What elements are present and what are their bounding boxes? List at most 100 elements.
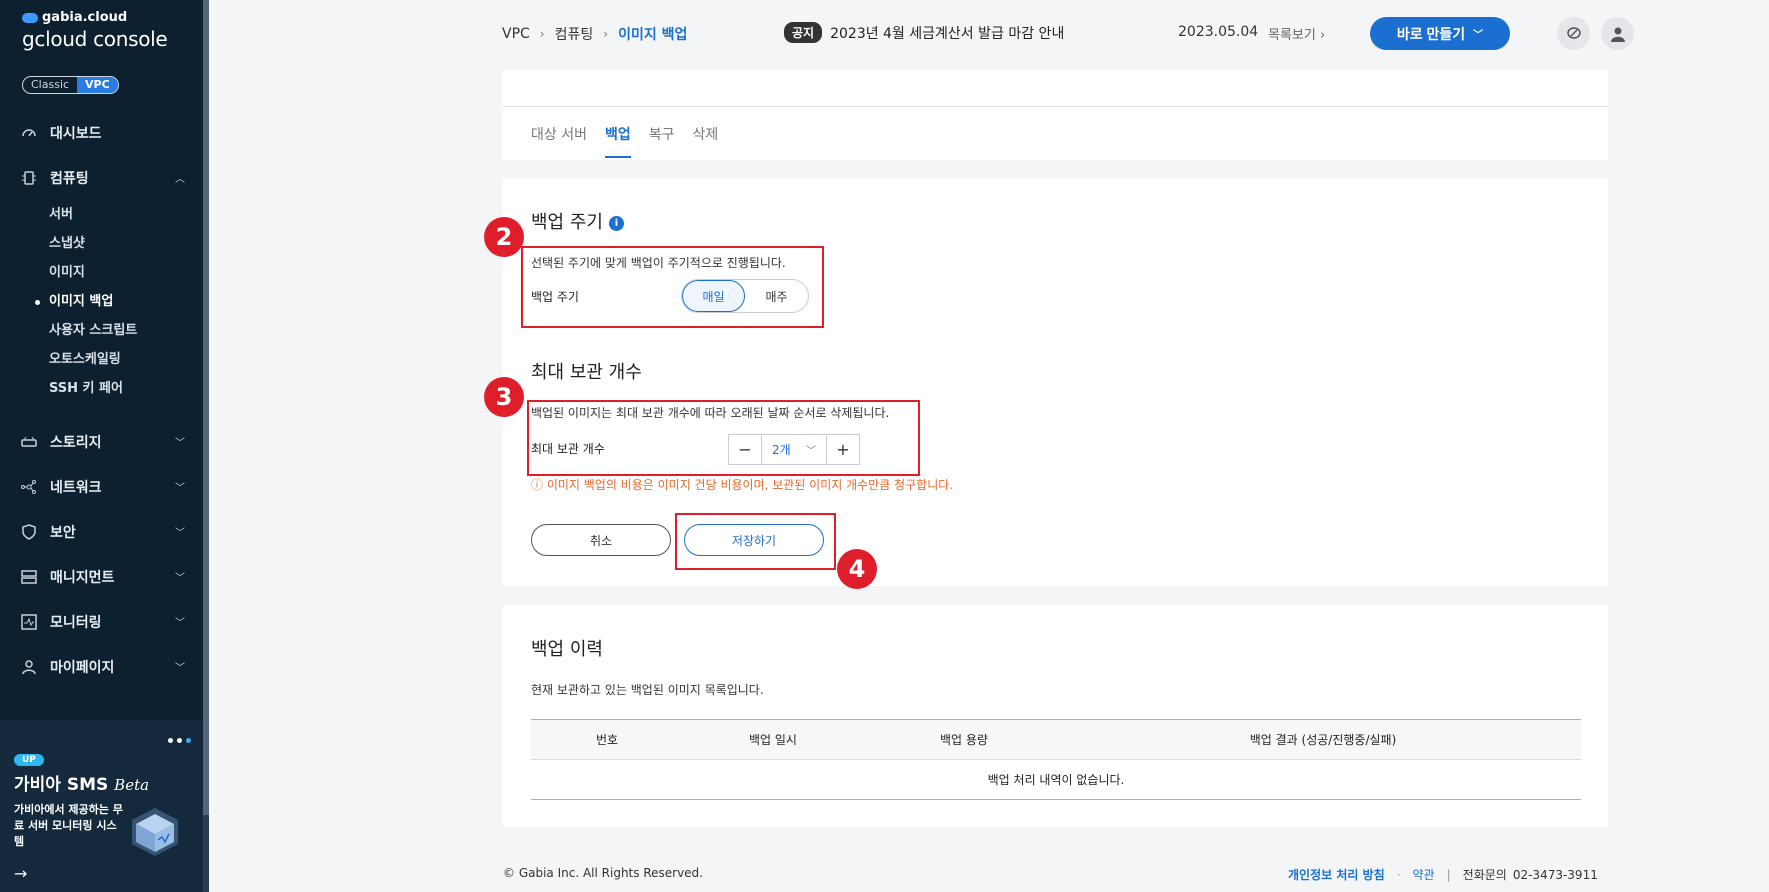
sidebar-item-management[interactable]: 매니지먼트 ﹀ [0,554,203,599]
breadcrumb: VPC › 컴퓨팅 › 이미지 백업 [502,24,687,44]
chevron-down-icon: ﹀ [175,573,185,584]
sidebar-sub-autoscaling[interactable]: 오토스케일링 [49,345,203,374]
cloud-icon [22,12,38,23]
sidebar-sub-image-backup[interactable]: 이미지 백업 [35,287,203,316]
chevron-down-icon: ﹀ [175,663,185,674]
computing-submenu: 서버 스냅샷 이미지 이미지 백업 사용자 스크립트 오토스케일링 SSH 키 … [0,200,203,403]
brand-logo[interactable]: gabia.cloud gcloud console [22,10,168,51]
tab-restore[interactable]: 복구 [649,124,675,158]
server-illustration-icon [128,804,182,858]
column-header: 백업 일시 [683,719,863,760]
shield-icon [20,523,38,541]
tab-backup[interactable]: 백업 [604,124,631,158]
profile-icon[interactable] [1601,17,1634,50]
dashboard-icon [20,124,38,142]
sidebar-item-storage[interactable]: 스토리지 ﹀ [0,419,203,464]
chevron-down-icon: ﹀ [175,618,185,629]
sidebar-scrollbar[interactable] [203,0,209,892]
sidebar-item-label: 컴퓨팅 [50,170,89,187]
footer-separator: | [1446,867,1451,882]
sidebar-item-label: 마이페이지 [50,659,115,676]
breadcrumb-vpc[interactable]: VPC [502,26,530,42]
arrow-right-icon[interactable]: → [14,864,27,883]
phone-label: 전화문의 [1462,868,1507,882]
carousel-dots[interactable] [168,738,191,743]
notice-bar[interactable]: 공지 2023년 4월 세금계산서 발급 마감 안내 [784,22,1064,43]
backup-cycle-title: 백업 주기 i [531,208,624,234]
network-icon [20,478,38,496]
sidebar-sub-user-script[interactable]: 사용자 스크립트 [49,316,203,345]
column-header: 번호 [531,719,683,760]
sidebar-item-security[interactable]: 보안 ﹀ [0,509,203,554]
tab-delete[interactable]: 삭제 [693,124,719,158]
sidebar-nav: 대시보드 컴퓨팅 ︿ 서버 스냅샷 이미지 이미지 백업 사용자 스크립트 오토… [0,110,203,689]
top-bar: VPC › 컴퓨팅 › 이미지 백업 공지 2023년 4월 세금계산서 발급 … [209,0,1769,66]
history-title: 백업 이력 [531,639,603,660]
notice-list-link[interactable]: 목록보기 › [1268,24,1325,43]
toggle-vpc[interactable]: VPC [77,77,118,93]
user-icon [20,658,38,676]
sidebar-item-label: 네트워크 [50,479,102,496]
notice-tag: 공지 [784,22,823,43]
max-keep-title: 최대 보관 개수 [531,362,642,383]
terms-link[interactable]: 약관 [1413,866,1435,883]
annotation-number: 4 [837,549,877,589]
console-type-toggle[interactable]: Classic VPC [22,76,119,94]
brand-top-text: gabia.cloud [42,10,128,25]
annotation-box-save [675,513,836,570]
copyright: © Gabia Inc. All Rights Reserved. [503,866,703,880]
annotation-box-cycle [521,246,824,328]
monitor-icon [20,613,38,631]
chevron-up-icon: ︿ [175,174,185,185]
brand-main-text: gcloud console [22,27,168,51]
chevron-right-icon: › [539,27,545,41]
sidebar-item-label: 스토리지 [50,434,102,451]
table-header-row: 번호 백업 일시 백업 용량 백업 결과 (성공/진행중/실패) [531,719,1581,760]
sidebar-item-monitoring[interactable]: 모니터링 ﹀ [0,599,203,644]
sidebar: gabia.cloud gcloud console Classic VPC 대… [0,0,209,892]
sidebar-sub-ssh-key[interactable]: SSH 키 페어 [49,374,203,403]
annotation-box-max-keep [527,400,920,476]
chevron-down-icon: ﹀ [1473,30,1484,41]
chevron-down-icon: ﹀ [175,438,185,449]
column-header: 백업 결과 (성공/진행중/실패) [1065,719,1581,760]
tab-target-server[interactable]: 대상 서버 [531,124,587,158]
sidebar-item-network[interactable]: 네트워크 ﹀ [0,464,203,509]
quick-create-button[interactable]: 바로 만들기 ﹀ [1370,17,1510,50]
sidebar-item-label: 보안 [50,524,76,541]
backup-history-card: 백업 이력 현재 보관하고 있는 백업된 이미지 목록입니다. 번호 백업 일시… [503,605,1608,827]
promo-badge: UP [14,754,44,766]
chip-icon [20,169,38,187]
chevron-down-icon: ﹀ [175,528,185,539]
backup-settings-card: 백업 주기 i 선택된 주기에 맞게 백업이 주기적으로 진행됩니다. 백업 주기… [503,178,1608,586]
billing-warning: ⓘ 이미지 백업의 비용은 이미지 건당 비용이며, 보관된 이미지 개수만큼 … [531,478,954,492]
info-icon[interactable]: i [608,216,624,231]
promo-banner[interactable]: UP 가비아 SMS Beta 가비아에서 제공하는 무료 서버 모니터링 시스… [0,720,203,892]
tabs-card: 대상 서버 백업 복구 삭제 [503,70,1608,160]
phone-number: 02-3473-3911 [1512,867,1598,882]
cancel-button[interactable]: 취소 [531,524,671,556]
sidebar-sub-image[interactable]: 이미지 [49,258,203,287]
sidebar-sub-server[interactable]: 서버 [49,200,203,229]
toggle-classic[interactable]: Classic [23,77,77,93]
sidebar-item-dashboard[interactable]: 대시보드 [0,110,203,155]
sidebar-item-computing[interactable]: 컴퓨팅 ︿ [0,155,203,200]
column-header: 백업 용량 [863,719,1065,760]
notice-text[interactable]: 2023년 4월 세금계산서 발급 마감 안내 [830,23,1064,43]
privacy-link[interactable]: 개인정보 처리 방침 [1288,866,1385,883]
breadcrumb-current: 이미지 백업 [618,27,688,43]
promo-description: 가비아에서 제공하는 무료 서버 모니터링 시스템 [14,803,123,848]
storage-icon [20,433,38,451]
sidebar-item-mypage[interactable]: 마이페이지 ﹀ [0,644,203,689]
promo-title: 가비아 SMS Beta [14,775,150,795]
history-table: 번호 백업 일시 백업 용량 백업 결과 (성공/진행중/실패) 백업 처리 내… [531,719,1581,800]
breadcrumb-computing[interactable]: 컴퓨팅 [555,24,594,44]
sidebar-sub-snapshot[interactable]: 스냅샷 [49,229,203,258]
chevron-right-icon: › [603,27,609,41]
footer-dot: · [1396,867,1401,882]
history-desc: 현재 보관하고 있는 백업된 이미지 목록입니다. [531,683,764,697]
chat-icon[interactable] [1557,17,1590,50]
chevron-down-icon: ﹀ [175,483,185,494]
sidebar-item-label: 대시보드 [50,125,102,142]
footer-links: 개인정보 처리 방침 · 약관 | 전화문의 02-3473-3911 [1288,866,1598,883]
